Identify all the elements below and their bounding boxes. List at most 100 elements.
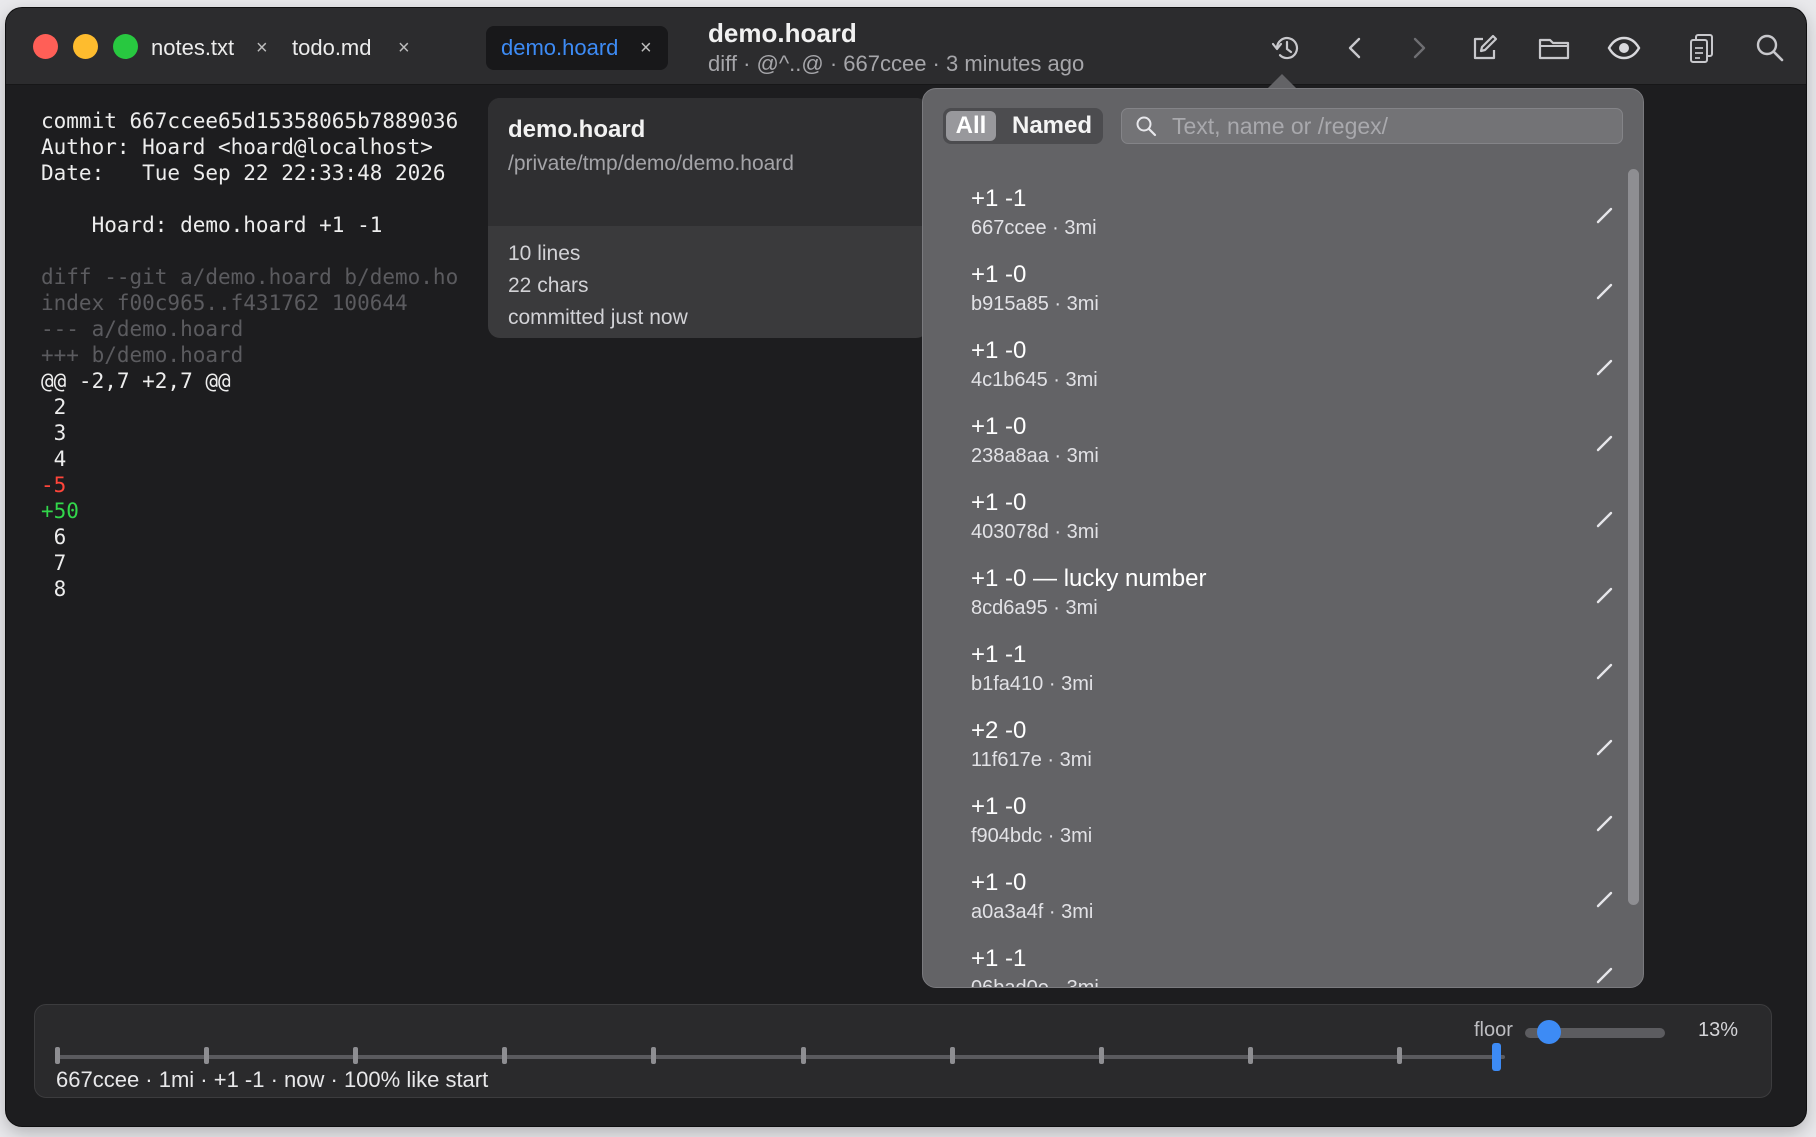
history-search-field[interactable] (1121, 108, 1623, 144)
history-item-meta: 11f617e · 3mi (971, 749, 1092, 771)
timeline-tick[interactable] (353, 1047, 359, 1064)
history-item[interactable]: +2 -0 11f617e · 3mi (923, 707, 1623, 783)
history-item-title: +1 -1 (971, 641, 1027, 668)
history-item[interactable]: +1 -0 403078d · 3mi (923, 479, 1623, 555)
edit-name-icon[interactable] (1595, 357, 1615, 377)
file-info-stats: 10 lines 22 chars committed just now (488, 226, 928, 334)
timeline-status: 667ccee · 1mi · +1 -1 · now · 100% like … (56, 1067, 489, 1092)
history-item-title: +1 -0 (971, 489, 1027, 516)
history-item[interactable]: +1 -1 b1fa410 · 3mi (923, 631, 1623, 707)
history-item[interactable]: +1 -0 — lucky number 8cd6a95 · 3mi (923, 555, 1623, 631)
edit-name-icon[interactable] (1595, 813, 1615, 833)
magnifier-icon (1136, 116, 1157, 137)
history-item-title: +2 -0 (971, 717, 1027, 744)
tab-todo[interactable]: todo.md × (280, 26, 428, 70)
editor-line: +++ b/demo.hoard (41, 343, 244, 367)
editor-line: Author: Hoard <hoard@localhost> (41, 135, 433, 159)
search-icon[interactable] (1752, 30, 1788, 66)
timeline-tick[interactable] (204, 1047, 210, 1064)
history-item-title: +1 -1 (971, 945, 1027, 972)
history-list[interactable]: +1 -1 667ccee · 3mi +1 -0 b915a85 · 3mi +1 -… (923, 175, 1623, 987)
timeline-panel: 667ccee · 1mi · +1 -1 · now · 100% like … (34, 1004, 1772, 1098)
timeline-tick[interactable] (1247, 1047, 1253, 1064)
edit-name-icon[interactable] (1595, 281, 1615, 301)
document-subtitle: diff · @^..@ · 667ccee · 3 minutes ago (708, 51, 1085, 76)
history-item-meta: 667ccee · 3mi (971, 217, 1097, 239)
history-item-title: +1 -0 (971, 869, 1027, 896)
editor-line: 7 (41, 551, 67, 575)
folder-icon[interactable] (1536, 30, 1572, 66)
file-info-popover: demo.hoard /private/tmp/demo/demo.hoard … (488, 98, 928, 338)
copy-docs-icon[interactable] (1684, 30, 1720, 66)
timeline-tick[interactable] (1098, 1047, 1104, 1064)
editor-line: @@ -2,7 +2,7 @@ (41, 369, 231, 393)
filter-named-button[interactable]: Named (1012, 112, 1092, 140)
back-icon[interactable] (1338, 30, 1374, 66)
timeline-tick[interactable] (55, 1047, 60, 1064)
edit-name-icon[interactable] (1595, 661, 1615, 681)
tab-label: todo.md (292, 35, 372, 60)
timeline-tick[interactable] (651, 1047, 657, 1064)
edit-name-icon[interactable] (1595, 965, 1615, 985)
history-item-title: +1 -0 (971, 337, 1027, 364)
close-window-button[interactable] (33, 34, 58, 59)
edit-name-icon[interactable] (1595, 737, 1615, 757)
history-item[interactable]: +1 -0 b915a85 · 3mi (923, 251, 1623, 327)
edit-name-icon[interactable] (1595, 205, 1615, 225)
file-info-chars: 22 chars (508, 274, 589, 297)
history-item-meta: 4c1b645 · 3mi (971, 369, 1098, 391)
history-icon[interactable] (1268, 30, 1304, 66)
editor-line: Date: Tue Sep 22 22:33:48 2026 (41, 161, 446, 185)
timeline-tick[interactable] (800, 1047, 806, 1064)
timeline-playhead[interactable] (1492, 1043, 1501, 1071)
history-item-title: +1 -0 (971, 793, 1027, 820)
timeline-tick[interactable] (1397, 1047, 1402, 1064)
diff-editor[interactable]: commit 667ccee65d15358065b7889036 Author:… (41, 108, 501, 628)
timeline-tick[interactable] (949, 1047, 955, 1064)
filter-all-button[interactable]: All (946, 111, 996, 141)
eye-icon[interactable] (1606, 30, 1642, 66)
history-item-meta: 403078d · 3mi (971, 521, 1099, 543)
history-item-meta: 06bad0e · 3mi (971, 977, 1099, 987)
floor-percent: 13% (1698, 1019, 1739, 1041)
timeline-track[interactable] (57, 1055, 1505, 1059)
history-popover: All Named +1 -1 667ccee · 3mi +1 -0 b915a85… (922, 88, 1644, 988)
tab-close-icon[interactable]: × (398, 37, 410, 60)
forward-icon[interactable] (1400, 30, 1436, 66)
editor-line: 3 (41, 421, 67, 445)
tab-close-icon[interactable]: × (256, 37, 268, 60)
editor-line: index f00c965..f431762 100644 (41, 291, 408, 315)
editor-line: 6 (41, 525, 67, 549)
floor-label: floor (1474, 1019, 1513, 1041)
compose-icon[interactable] (1466, 30, 1502, 66)
editor-line: --- a/demo.hoard (41, 317, 244, 341)
history-item[interactable]: +1 -0 a0a3a4f · 3mi (923, 859, 1623, 935)
edit-name-icon[interactable] (1595, 433, 1615, 453)
editor-blank-line (41, 238, 501, 264)
tab-demo-hoard[interactable]: demo.hoard × (486, 26, 668, 70)
history-item-meta: b915a85 · 3mi (971, 293, 1099, 315)
history-item[interactable]: +1 -0 238a8aa · 3mi (923, 403, 1623, 479)
history-item-meta: 8cd6a95 · 3mi (971, 597, 1098, 619)
tab-notes[interactable]: notes.txt × (132, 26, 280, 70)
history-scrollbar[interactable] (1628, 169, 1639, 905)
history-search-input[interactable] (1170, 110, 1614, 142)
floor-slider-thumb[interactable] (1537, 1020, 1562, 1044)
file-info-header: demo.hoard /private/tmp/demo/demo.hoard (488, 98, 928, 226)
history-item[interactable]: +1 -0 4c1b645 · 3mi (923, 327, 1623, 403)
edit-name-icon[interactable] (1595, 585, 1615, 605)
edit-name-icon[interactable] (1595, 509, 1615, 529)
history-item-meta: b1fa410 · 3mi (971, 673, 1094, 695)
history-item[interactable]: +1 -1 06bad0e · 3mi (923, 935, 1623, 987)
minimize-window-button[interactable] (73, 34, 98, 59)
history-item-title: +1 -0 (971, 261, 1027, 288)
history-item[interactable]: +1 -0 f904bdc · 3mi (923, 783, 1623, 859)
timeline-tick[interactable] (502, 1047, 508, 1064)
history-item-meta: a0a3a4f · 3mi (971, 901, 1094, 923)
history-item[interactable]: +1 -1 667ccee · 3mi (923, 175, 1623, 251)
file-info-title: demo.hoard (508, 116, 646, 143)
edit-name-icon[interactable] (1595, 889, 1615, 909)
file-info-path: /private/tmp/demo/demo.hoard (508, 152, 794, 175)
tab-label: demo.hoard (501, 35, 619, 60)
tab-close-icon[interactable]: × (640, 37, 652, 60)
